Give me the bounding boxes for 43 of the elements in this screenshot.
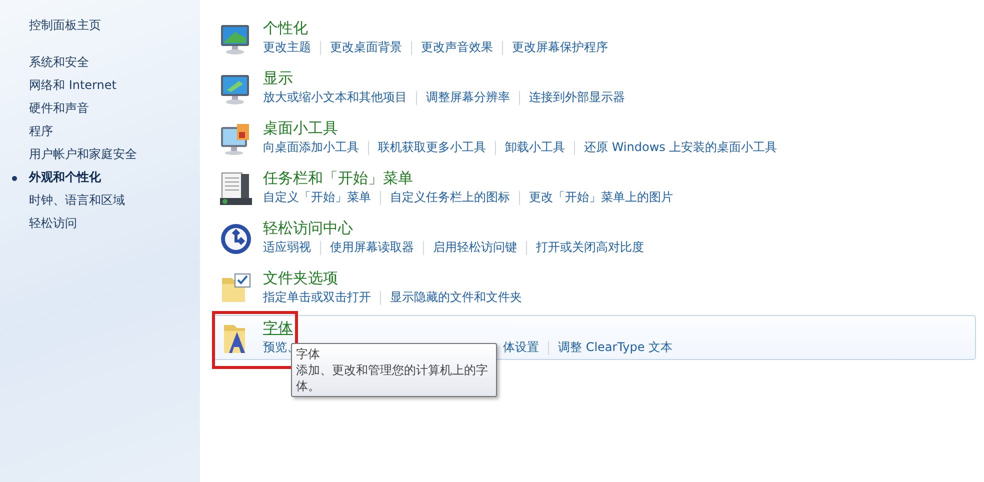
category-link[interactable]: 联机获取更多小工具 (378, 139, 486, 156)
category-link[interactable]: 调整屏幕分辨率 (426, 89, 510, 106)
category-title[interactable]: 文件夹选项 (263, 268, 338, 288)
sidebar-item[interactable]: 程序 (29, 120, 53, 143)
tooltip-title: 字体 (296, 346, 320, 362)
sidebar-item[interactable]: 外观和个性化 (29, 166, 101, 189)
category-link[interactable]: 显示隐藏的文件和文件夹 (390, 289, 522, 306)
category-link[interactable]: 自定义「开始」菜单 (263, 189, 371, 206)
category-link[interactable]: 调整 ClearType 文本 (558, 339, 673, 356)
category-link[interactable]: 向桌面添加小工具 (263, 139, 359, 156)
sidebar-item[interactable]: 轻松访问 (29, 212, 77, 235)
category-link[interactable]: 更改声音效果 (421, 39, 493, 56)
category-link[interactable]: 卸载小工具 (505, 139, 565, 156)
category-title[interactable]: 个性化 (263, 18, 308, 38)
category-link[interactable]: 更改屏幕保护程序 (512, 39, 608, 56)
sidebar-item[interactable]: 时钟、语言和区域 (29, 189, 125, 212)
category-title[interactable]: 桌面小工具 (263, 118, 338, 138)
category-link[interactable]: 适应弱视 (263, 239, 311, 256)
sidebar-link[interactable]: 控制面板主页 (29, 14, 101, 37)
category-link[interactable]: 还原 Windows 上安装的桌面小工具 (584, 139, 778, 156)
sidebar-item[interactable]: 用户帐户和家庭安全 (29, 143, 137, 166)
bullet-icon (12, 176, 17, 181)
accessibility-icon (219, 222, 253, 256)
category-link[interactable]: 体设置 (503, 339, 539, 356)
category-link[interactable]: 更改桌面背景 (330, 39, 402, 56)
tooltip-text: 添加、更改和管理您的计算机上的字体。 (296, 362, 489, 394)
category-title[interactable]: 轻松访问中心 (263, 218, 353, 238)
category-link[interactable]: 打开或关闭高对比度 (536, 239, 644, 256)
sidebar-item[interactable]: 系统和安全 (29, 51, 89, 74)
sidebar-item[interactable]: 网络和 Internet (29, 74, 116, 97)
category-title[interactable]: 任务栏和「开始」菜单 (263, 168, 413, 188)
category-link[interactable]: 更改「开始」菜单上的图片 (529, 189, 673, 206)
category-title[interactable]: 字体 (263, 318, 293, 338)
window-list-icon (219, 172, 253, 206)
category-link[interactable]: 连接到外部显示器 (529, 89, 625, 106)
sidebar-item[interactable]: 硬件和声音 (29, 97, 89, 120)
category-link[interactable]: 更改主题 (263, 39, 311, 56)
category-title[interactable]: 显示 (263, 68, 293, 88)
category-link[interactable]: 启用轻松访问键 (433, 239, 517, 256)
category-link[interactable]: 使用屏幕读取器 (330, 239, 414, 256)
category-link[interactable]: 放大或缩小文本和其他项目 (263, 89, 407, 106)
category-link[interactable]: 自定义任务栏上的图标 (390, 189, 510, 206)
category-link[interactable]: 指定单击或双击打开 (263, 289, 371, 306)
